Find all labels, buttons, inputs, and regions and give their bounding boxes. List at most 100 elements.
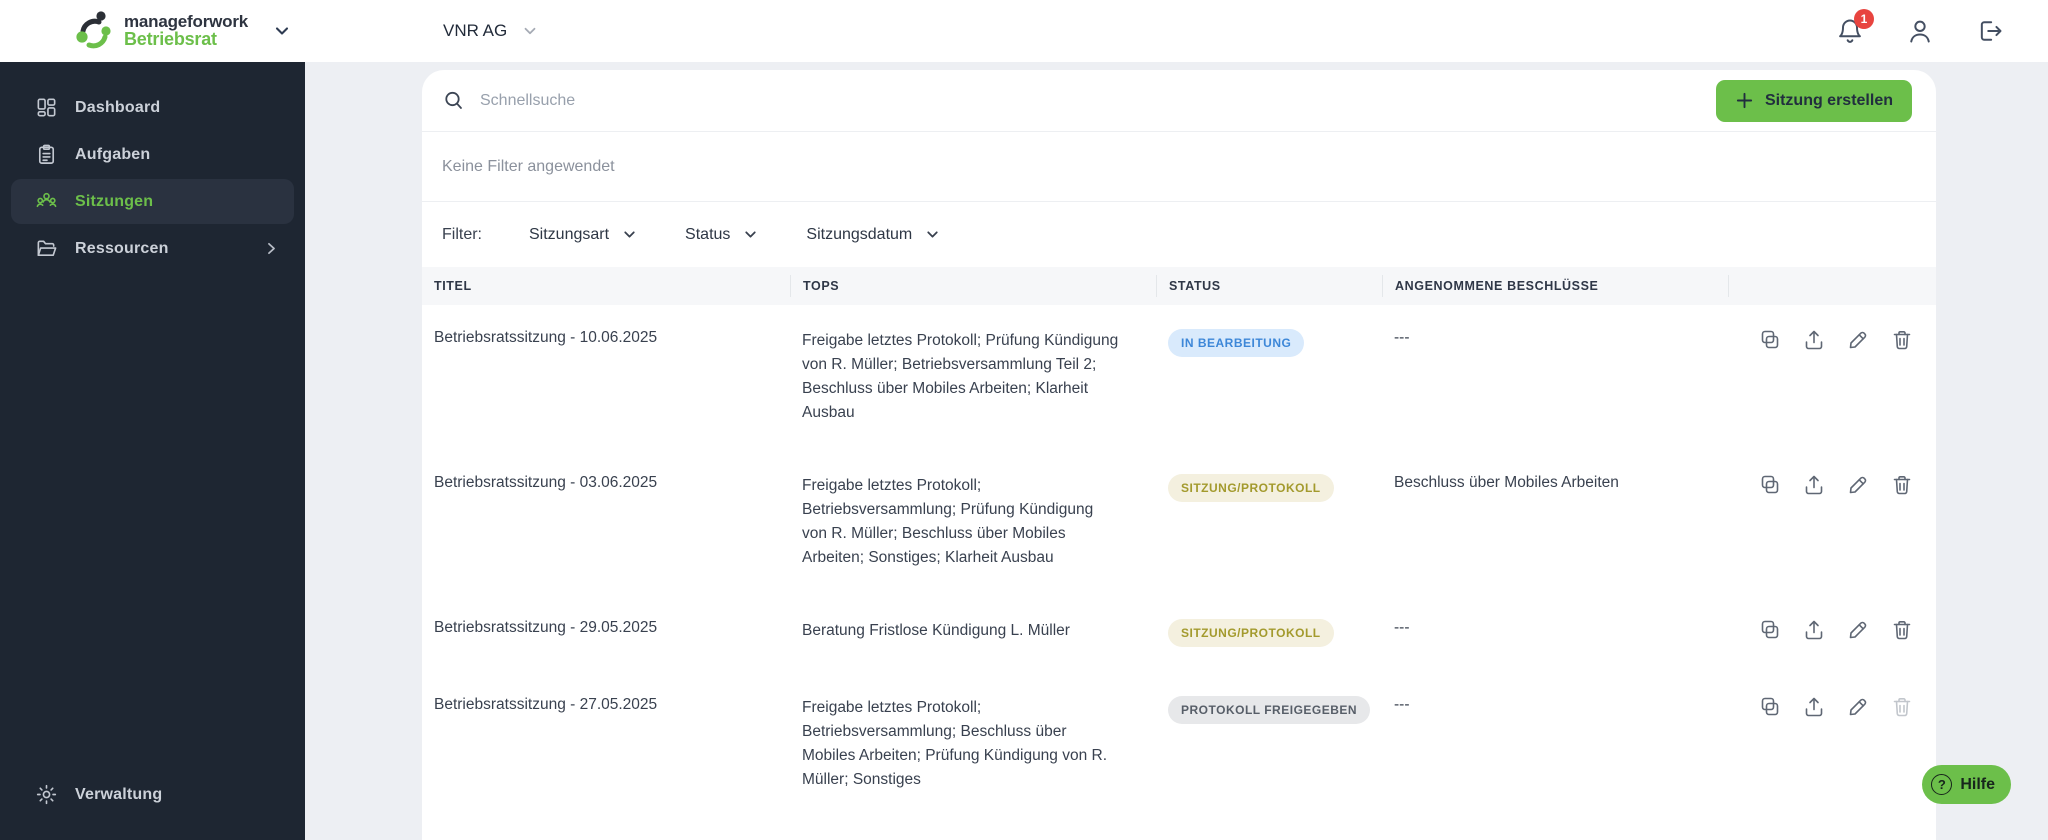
column-header-beschluesse: ANGENOMMENE BESCHLÜSSE [1382,275,1728,297]
edit-icon-button[interactable] [1846,473,1870,497]
notifications-button[interactable]: 1 [1836,9,1874,45]
chevron-down-icon [745,231,757,238]
table-row[interactable]: Betriebsratssitzung - 29.05.2025 Beratun… [422,595,1936,672]
sidebar-item-label: Sitzungen [75,192,154,210]
meeting-tops: Freigabe letztes Protokoll; Betriebsvers… [802,477,1094,566]
no-filters-text: Keine Filter angewendet [422,132,1936,202]
search-input[interactable] [480,91,1716,110]
upload-icon [1805,697,1823,717]
sidebar-item-dashboard[interactable]: Dashboard [11,85,294,130]
filter-dropdown-status[interactable]: Status [685,226,759,244]
copy-icon [1761,475,1779,494]
filter-dropdown-label: Sitzungsart [529,225,610,243]
meeting-status-cell: SITZUNG/PROTOKOLL [1156,474,1382,502]
copy-icon-button[interactable] [1758,328,1782,352]
filter-dropdown-sitzungsart[interactable]: Sitzungsart [529,226,638,244]
company-name: VNR AG [443,21,508,40]
meetings-card: Sitzung erstellen Keine Filter angewende… [422,70,1936,840]
delete-icon-button [1890,695,1914,719]
chevron-down-icon[interactable] [272,21,292,41]
column-header-status: STATUS [1156,275,1382,297]
delete-icon [1893,476,1911,495]
meeting-beschluesse: --- [1394,329,1410,346]
column-header-actions [1728,275,1936,297]
meeting-tops: Freigabe letztes Protokoll; Betriebsvers… [802,699,1108,788]
upload-icon-button[interactable] [1802,328,1826,352]
upload-icon [1805,620,1823,640]
table-body: Betriebsratssitzung - 10.06.2025 Freigab… [422,305,1936,840]
help-button[interactable]: ? Hilfe [1922,765,2011,804]
create-meeting-button[interactable]: Sitzung erstellen [1715,79,1912,122]
sidebar-item-aufgaben[interactable]: Aufgaben [11,132,294,177]
edit-icon [1849,621,1867,639]
edit-icon [1849,698,1867,716]
help-label: Hilfe [1960,775,1995,793]
copy-icon-button[interactable] [1758,695,1782,719]
meeting-title: Betriebsratssitzung - 29.05.2025 [434,619,658,636]
chevron-down-icon [927,231,938,238]
upload-icon-button[interactable] [1802,618,1826,642]
upload-icon [1805,330,1823,350]
row-actions [1728,473,1936,497]
meeting-tops: Beratung Fristlose Kündigung L. Müller [802,622,1070,639]
dashboard-icon [37,98,56,117]
table-row[interactable]: Neue Sitzung - 04.06.2025 17:31:22 Freig… [422,817,1936,840]
edit-icon-button[interactable] [1846,328,1870,352]
question-icon: ? [1931,774,1953,795]
table-header: TITEL TOPS STATUS ANGENOMMENE BESCHLÜSSE [422,267,1936,305]
delete-icon-button[interactable] [1890,328,1914,352]
table-row[interactable]: Betriebsratssitzung - 03.06.2025 Freigab… [422,450,1936,595]
folder-icon [37,240,57,257]
logout-button[interactable] [1976,17,2004,45]
edit-icon [1849,476,1867,494]
filter-dropdown-label: Sitzungsdatum [806,225,913,243]
copy-icon-button[interactable] [1758,618,1782,642]
edit-icon-button[interactable] [1846,618,1870,642]
sidebar-item-ressourcen[interactable]: Ressourcen [11,226,294,271]
filter-dropdown-label: Status [685,225,731,243]
status-badge: IN BEARBEITUNG [1168,329,1305,357]
gear-icon [36,784,57,805]
logo-text-line2: Betriebsrat [124,29,217,50]
delete-icon [1893,698,1911,717]
edit-icon-button[interactable] [1846,695,1870,719]
meeting-title: Betriebsratssitzung - 27.05.2025 [434,696,658,713]
plus-icon [1736,92,1753,109]
table-row[interactable]: Betriebsratssitzung - 10.06.2025 Freigab… [422,305,1936,450]
status-badge: SITZUNG/PROTOKOLL [1168,474,1334,502]
meeting-title: Betriebsratssitzung - 03.06.2025 [434,474,658,491]
meeting-status-cell: IN BEARBEITUNG [1156,329,1382,357]
notification-count-badge: 1 [1854,9,1874,29]
app-logo[interactable]: manageforwork Betriebsrat [74,9,292,53]
search-icon [445,91,462,109]
sidebar-item-verwaltung[interactable]: Verwaltung [11,772,294,817]
meeting-beschluesse: Beschluss über Mobiles Arbeiten [1394,474,1619,491]
delete-icon [1893,331,1911,350]
meeting-beschluesse: --- [1394,619,1410,636]
table-row[interactable]: Betriebsratssitzung - 27.05.2025 Freigab… [422,672,1936,817]
company-selector[interactable]: VNR AG [443,0,539,62]
meeting-beschluesse: --- [1394,696,1410,713]
create-meeting-label: Sitzung erstellen [1764,91,1893,109]
column-header-tops: TOPS [790,275,1156,297]
row-actions [1728,618,1936,642]
upload-icon-button[interactable] [1802,695,1826,719]
logout-icon [1980,21,2002,41]
profile-button[interactable] [1906,17,1934,45]
meeting-status-cell: PROTOKOLL FREIGEGEBEN [1156,696,1382,724]
meeting-status-cell: SITZUNG/PROTOKOLL [1156,619,1382,647]
delete-icon [1893,621,1911,640]
search-row: Sitzung erstellen [422,70,1936,132]
sidebar-item-label: Aufgaben [75,145,151,163]
row-actions [1728,695,1936,719]
status-badge: SITZUNG/PROTOKOLL [1168,619,1334,647]
copy-icon [1761,697,1779,716]
copy-icon-button[interactable] [1758,473,1782,497]
edit-icon [1849,331,1867,349]
sidebar-item-label: Dashboard [75,98,161,116]
upload-icon-button[interactable] [1802,473,1826,497]
filter-dropdown-sitzungsdatum[interactable]: Sitzungsdatum [806,226,941,244]
delete-icon-button[interactable] [1890,618,1914,642]
delete-icon-button[interactable] [1890,473,1914,497]
sidebar-item-sitzungen[interactable]: Sitzungen [11,179,294,224]
